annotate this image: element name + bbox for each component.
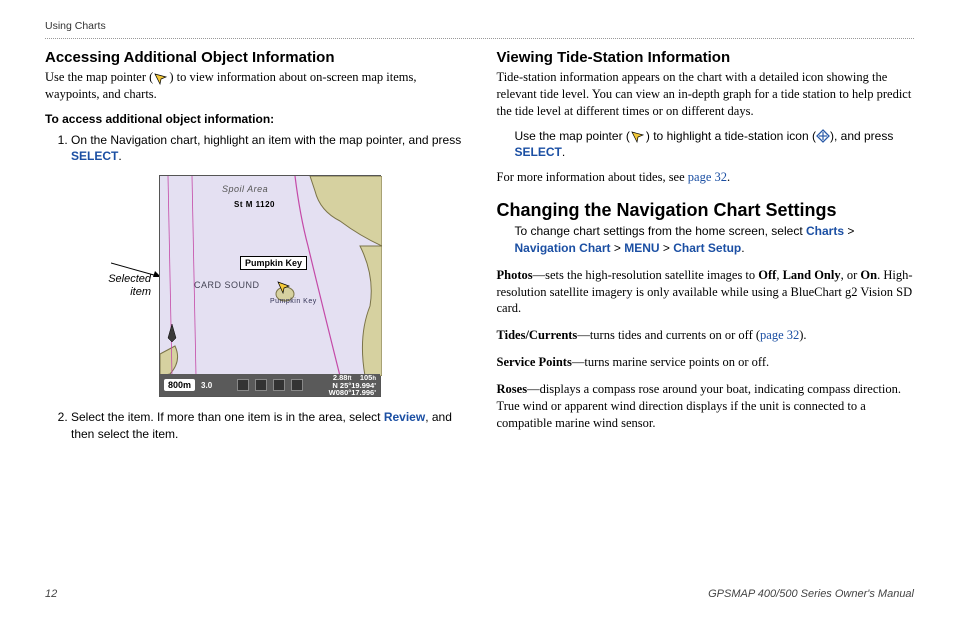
- setting-key: Tides/Currents: [497, 328, 578, 342]
- opt: On: [860, 268, 877, 282]
- procedure-title: To access additional object information:: [45, 111, 463, 128]
- text: To change chart settings from the home s…: [515, 224, 806, 238]
- nav-navigation-chart: Navigation Chart: [515, 241, 611, 255]
- link-page-32[interactable]: page 32: [688, 170, 727, 184]
- opt: Land Only: [783, 268, 841, 282]
- manual-title: GPSMAP 400/500 Series Owner's Manual: [708, 588, 914, 600]
- status-icon: [291, 379, 303, 391]
- map-status-bar: 800m 3.0 2.88ft: [160, 374, 380, 396]
- text: —displays a compass rose around your boa…: [497, 382, 901, 430]
- map-pointer-icon: [630, 130, 646, 143]
- setting-service-points: Service Points—turns marine service poin…: [497, 354, 915, 371]
- keyword-review: Review: [384, 410, 425, 424]
- map-tooltip-pumpkin: Pumpkin Key: [240, 256, 307, 270]
- text: .: [562, 145, 565, 159]
- map-label-spoil: Spoil Area: [222, 184, 268, 194]
- page-header: Using Charts: [45, 20, 914, 32]
- setting-key: Photos: [497, 268, 533, 282]
- section-heading-accessing: Accessing Additional Object Information: [45, 49, 463, 66]
- text: Use the map pointer (: [45, 70, 153, 84]
- map-label-stm: St M 1120: [234, 200, 275, 209]
- sep: >: [660, 241, 674, 255]
- text: .: [727, 170, 730, 184]
- section-heading-tide: Viewing Tide-Station Information: [497, 49, 915, 66]
- map-pointer-icon: [153, 72, 169, 85]
- nav-path-block: To change chart settings from the home s…: [497, 223, 915, 257]
- sep: >: [844, 224, 854, 238]
- text: —sets the high-resolution satellite imag…: [533, 268, 759, 282]
- map-label-card-sound: CARD SOUND: [194, 280, 260, 290]
- procedure-steps-cont: Select the item. If more than one item i…: [45, 409, 463, 443]
- section-name: Using Charts: [45, 20, 106, 32]
- text: ).: [799, 328, 806, 342]
- text: On the Navigation chart, highlight an it…: [71, 133, 461, 147]
- tide-station-icon: [816, 129, 830, 143]
- text: .: [741, 241, 744, 255]
- more-info-line: For more information about tides, see pa…: [497, 169, 915, 186]
- text: ), and press: [830, 129, 893, 143]
- depth-readout: 3.0: [201, 381, 212, 390]
- status-icon: [273, 379, 285, 391]
- tip-block: Use the map pointer ( ) to highlight a ti…: [497, 128, 915, 162]
- opt: Off: [758, 268, 776, 282]
- status-icon: [255, 379, 267, 391]
- step-2: Select the item. If more than one item i…: [71, 409, 463, 443]
- setting-key: Service Points: [497, 355, 572, 369]
- keyword-select: SELECT: [515, 145, 562, 159]
- text: , or: [841, 268, 861, 282]
- setting-key: Roses: [497, 382, 528, 396]
- text: Use the map pointer (: [515, 129, 630, 143]
- text: ) to highlight a tide-station icon (: [646, 129, 816, 143]
- intro-paragraph: Use the map pointer () to view informati…: [45, 69, 463, 103]
- page-footer: 12 GPSMAP 400/500 Series Owner's Manual: [45, 588, 914, 600]
- nav-menu: MENU: [624, 241, 659, 255]
- figure-wrap: Selected item: [89, 175, 463, 397]
- manual-page: Using Charts Accessing Additional Object…: [0, 0, 954, 618]
- status-icon: [237, 379, 249, 391]
- scale-pill: 800m: [164, 379, 195, 391]
- status-icons: [218, 379, 323, 391]
- text: .: [118, 149, 121, 163]
- text: —turns tides and currents on or off (: [577, 328, 760, 342]
- page-number: 12: [45, 588, 57, 600]
- map-label-pumpkin-small: Pumpkin Key: [270, 298, 317, 305]
- text: —turns marine service points on or off.: [572, 355, 769, 369]
- text: Select the item. If more than one item i…: [71, 410, 384, 424]
- tide-paragraph: Tide-station information appears on the …: [497, 69, 915, 120]
- chart-screenshot: Spoil Area St M 1120 CARD SOUND Pumpkin …: [159, 175, 381, 397]
- two-column-layout: Accessing Additional Object Information …: [45, 49, 914, 453]
- step-1: On the Navigation chart, highlight an it…: [71, 132, 463, 166]
- lon-readout: W080°17.996': [329, 389, 376, 397]
- setting-roses: Roses—displays a compass rose around you…: [497, 381, 915, 432]
- keyword-select: SELECT: [71, 149, 118, 163]
- procedure-steps: On the Navigation chart, highlight an it…: [45, 132, 463, 166]
- position-readout: 2.88ft 105h N 25°19.994' W080°17.996': [329, 374, 376, 397]
- right-column: Viewing Tide-Station Information Tide-st…: [497, 49, 915, 453]
- header-rule: [45, 38, 914, 39]
- left-column: Accessing Additional Object Information …: [45, 49, 463, 453]
- setting-tides: Tides/Currents—turns tides and currents …: [497, 327, 915, 344]
- nav-chart-setup: Chart Setup: [673, 241, 741, 255]
- sep: >: [611, 241, 625, 255]
- text: For more information about tides, see: [497, 170, 688, 184]
- nav-charts: Charts: [806, 224, 844, 238]
- setting-photos: Photos—sets the high-resolution satellit…: [497, 267, 915, 318]
- section-heading-changing: Changing the Navigation Chart Settings: [497, 200, 915, 221]
- link-page-32[interactable]: page 32: [760, 328, 799, 342]
